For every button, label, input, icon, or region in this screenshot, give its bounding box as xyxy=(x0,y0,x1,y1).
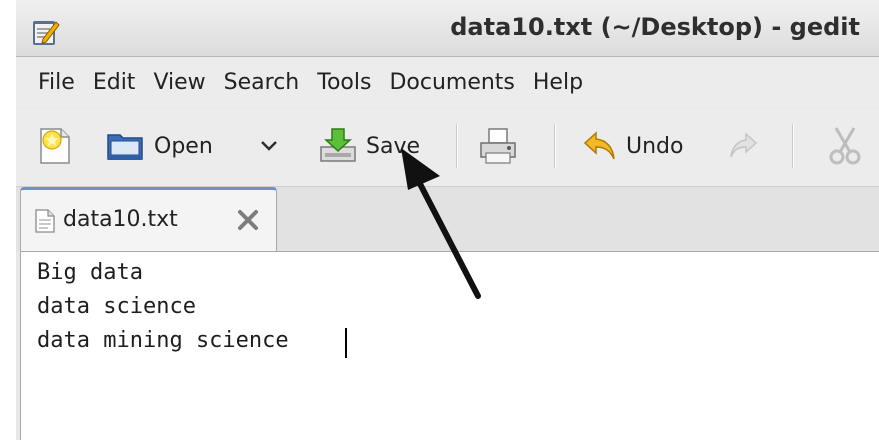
menu-file[interactable]: File xyxy=(38,70,75,95)
open-button[interactable]: Open xyxy=(106,126,213,166)
title-bar[interactable]: data10.txt (~/Desktop) - gedit xyxy=(16,0,879,57)
window-title: data10.txt (~/Desktop) - gedit xyxy=(450,13,860,41)
menu-edit[interactable]: Edit xyxy=(93,70,136,95)
cut-button[interactable] xyxy=(828,126,862,166)
open-dropdown-button[interactable] xyxy=(260,126,278,166)
menu-help[interactable]: Help xyxy=(533,70,583,95)
toolbar-separator xyxy=(456,124,458,168)
save-button[interactable]: Save xyxy=(318,126,420,166)
menu-view[interactable]: View xyxy=(153,70,205,95)
toolbar-separator xyxy=(554,124,556,168)
scissors-icon xyxy=(829,127,861,165)
editor-line: Big data xyxy=(37,260,143,285)
redo-icon xyxy=(730,132,758,158)
save-label: Save xyxy=(366,133,421,159)
undo-button[interactable]: Undo xyxy=(582,126,683,166)
close-icon[interactable] xyxy=(235,207,261,233)
text-editor[interactable]: Big data data science data mining scienc… xyxy=(20,251,879,440)
chevron-down-icon xyxy=(261,141,277,151)
menu-search[interactable]: Search xyxy=(224,70,300,95)
undo-icon xyxy=(583,131,615,160)
print-button[interactable] xyxy=(478,126,518,166)
redo-button[interactable] xyxy=(728,126,758,166)
document-tabs: data10.txt xyxy=(16,187,879,251)
text-document-icon xyxy=(35,209,55,233)
new-document-button[interactable] xyxy=(38,126,72,166)
menu-bar: File Edit View Search Tools Documents He… xyxy=(16,57,879,107)
editor-line: data science xyxy=(37,294,196,319)
save-icon xyxy=(320,128,356,162)
tab-data10[interactable]: data10.txt xyxy=(20,187,277,251)
undo-label: Undo xyxy=(626,133,684,159)
text-caret xyxy=(345,328,347,358)
new-document-icon xyxy=(40,128,70,164)
menu-tools[interactable]: Tools xyxy=(317,70,371,95)
open-label: Open xyxy=(154,133,213,159)
toolbar-separator xyxy=(792,124,794,168)
tab-label: data10.txt xyxy=(63,207,178,232)
toolbar: Open Save Undo xyxy=(16,108,879,187)
folder-open-icon xyxy=(107,134,143,160)
gedit-window: data10.txt (~/Desktop) - gedit File Edit… xyxy=(16,0,879,440)
editor-line: data mining science xyxy=(37,328,289,353)
menu-documents[interactable]: Documents xyxy=(389,70,514,95)
printer-icon xyxy=(480,128,516,164)
